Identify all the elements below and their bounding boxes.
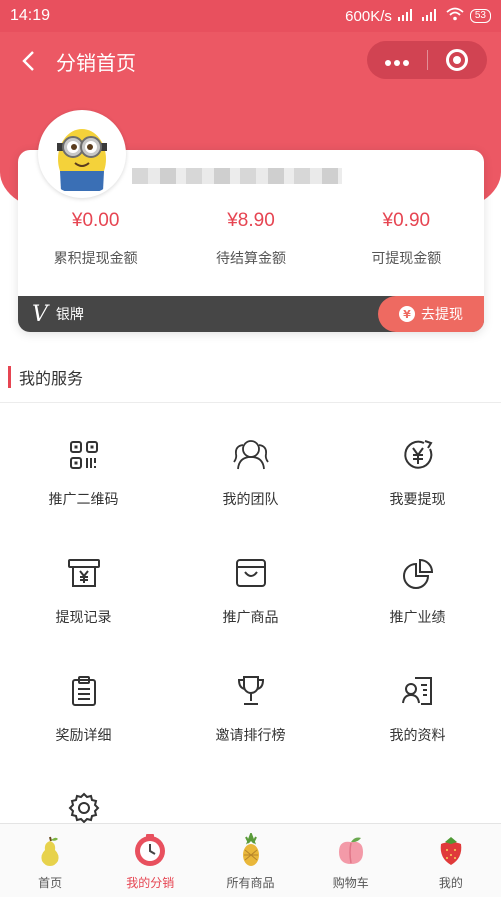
service-qrcode[interactable]: 推广二维码 xyxy=(0,403,167,521)
status-bar: 14:19 600K/s 53 xyxy=(0,0,501,32)
peach-icon xyxy=(333,832,369,868)
signal-icon xyxy=(397,8,416,25)
chevron-left-icon xyxy=(22,51,34,71)
stats-row: ¥0.00 累积提现金额 ¥8.90 待结算金额 ¥0.90 可提现金额 xyxy=(18,210,484,268)
withdraw-yen-icon xyxy=(398,435,438,475)
service-label: 奖励详细 xyxy=(55,728,112,744)
tab-all-products[interactable]: 所有商品 xyxy=(200,824,300,897)
service-withdraw[interactable]: 我要提现 xyxy=(334,403,501,521)
stat-label: 待结算金额 xyxy=(215,251,286,267)
clock-icon xyxy=(132,832,168,868)
service-label: 推广商品 xyxy=(222,610,279,626)
more-button[interactable] xyxy=(367,48,427,73)
wifi-icon xyxy=(446,7,464,25)
clipboard-icon xyxy=(64,671,104,711)
back-button[interactable] xyxy=(4,37,52,85)
tab-home[interactable]: 首页 xyxy=(0,824,100,897)
stat-value: ¥8.90 xyxy=(227,210,275,231)
withdraw-record-icon xyxy=(64,553,104,593)
minion-avatar-icon xyxy=(41,113,123,195)
service-label: 我要提现 xyxy=(389,492,446,508)
service-products[interactable]: 推广商品 xyxy=(167,521,334,639)
tab-distribution[interactable]: 我的分销 xyxy=(100,824,200,897)
stat-label: 累积提现金额 xyxy=(53,251,138,267)
tab-bar: 首页 我的分销 所有商品 购物车 我的 xyxy=(0,823,501,897)
service-team[interactable]: 我的团队 xyxy=(167,403,334,521)
level-name: 银牌 xyxy=(55,307,84,323)
service-label: 我的资料 xyxy=(389,728,446,744)
close-button[interactable] xyxy=(428,49,488,71)
section-accent-bar xyxy=(8,366,11,388)
service-label: 我的团队 xyxy=(222,492,279,508)
page-title: 分销首页 xyxy=(56,50,136,75)
status-time: 14:19 xyxy=(10,7,51,24)
qrcode-icon xyxy=(64,435,104,475)
tab-cart[interactable]: 购物车 xyxy=(301,824,401,897)
service-label: 提现记录 xyxy=(55,610,112,626)
battery-icon: 53 xyxy=(469,9,491,23)
navigation-bar: 分销首页 xyxy=(0,32,501,90)
shopping-bag-icon xyxy=(231,553,271,593)
strawberry-icon xyxy=(433,832,469,868)
tab-label: 我的 xyxy=(438,876,463,890)
services-title: 我的服务 xyxy=(19,369,84,388)
tab-label: 所有商品 xyxy=(226,876,275,890)
withdraw-button[interactable]: ¥ 去提现 xyxy=(378,296,484,332)
stat-value: ¥0.00 xyxy=(71,210,120,231)
tab-label: 首页 xyxy=(38,876,63,890)
team-icon xyxy=(231,435,271,475)
services-section-title: 我的服务 xyxy=(8,363,83,391)
network-speed: 600K/s xyxy=(345,7,392,25)
stat-withdrawable[interactable]: ¥0.90 可提现金额 xyxy=(329,210,484,268)
status-icons: 600K/s 53 xyxy=(345,7,491,25)
service-ranking[interactable]: 邀请排行榜 xyxy=(167,639,334,757)
tab-label: 购物车 xyxy=(332,876,369,890)
stat-label: 可提现金额 xyxy=(371,251,442,267)
stat-total-withdrawn[interactable]: ¥0.00 累积提现金额 xyxy=(18,210,173,268)
level-bar: V 银牌 ¥ 去提现 xyxy=(18,296,484,332)
service-label: 邀请排行榜 xyxy=(215,728,286,744)
yen-icon: ¥ xyxy=(399,306,415,322)
signal-icon-2 xyxy=(421,8,440,25)
level-badge-icon: V xyxy=(32,301,48,327)
service-rewards[interactable]: 奖励详细 xyxy=(0,639,167,757)
avatar[interactable] xyxy=(38,110,126,198)
withdraw-button-label: 去提现 xyxy=(421,307,463,323)
target-circle-icon xyxy=(446,49,469,71)
service-label: 推广业绩 xyxy=(389,610,446,626)
pineapple-icon xyxy=(233,832,269,868)
pie-chart-icon xyxy=(398,553,438,593)
pear-icon xyxy=(32,832,68,868)
service-profile[interactable]: 我的资料 xyxy=(334,639,501,757)
tab-label: 我的分销 xyxy=(126,876,175,890)
id-card-icon xyxy=(398,671,438,711)
stat-value: ¥0.90 xyxy=(382,210,431,231)
stat-pending[interactable]: ¥8.90 待结算金额 xyxy=(173,210,328,268)
more-dots-icon xyxy=(384,59,409,66)
tab-mine[interactable]: 我的 xyxy=(401,824,501,897)
trophy-icon xyxy=(231,671,271,711)
service-withdraw-record[interactable]: 提现记录 xyxy=(0,521,167,639)
service-label: 推广二维码 xyxy=(48,492,119,508)
mini-program-capsule xyxy=(367,41,487,79)
service-performance[interactable]: 推广业绩 xyxy=(334,521,501,639)
username-blurred xyxy=(132,168,342,184)
